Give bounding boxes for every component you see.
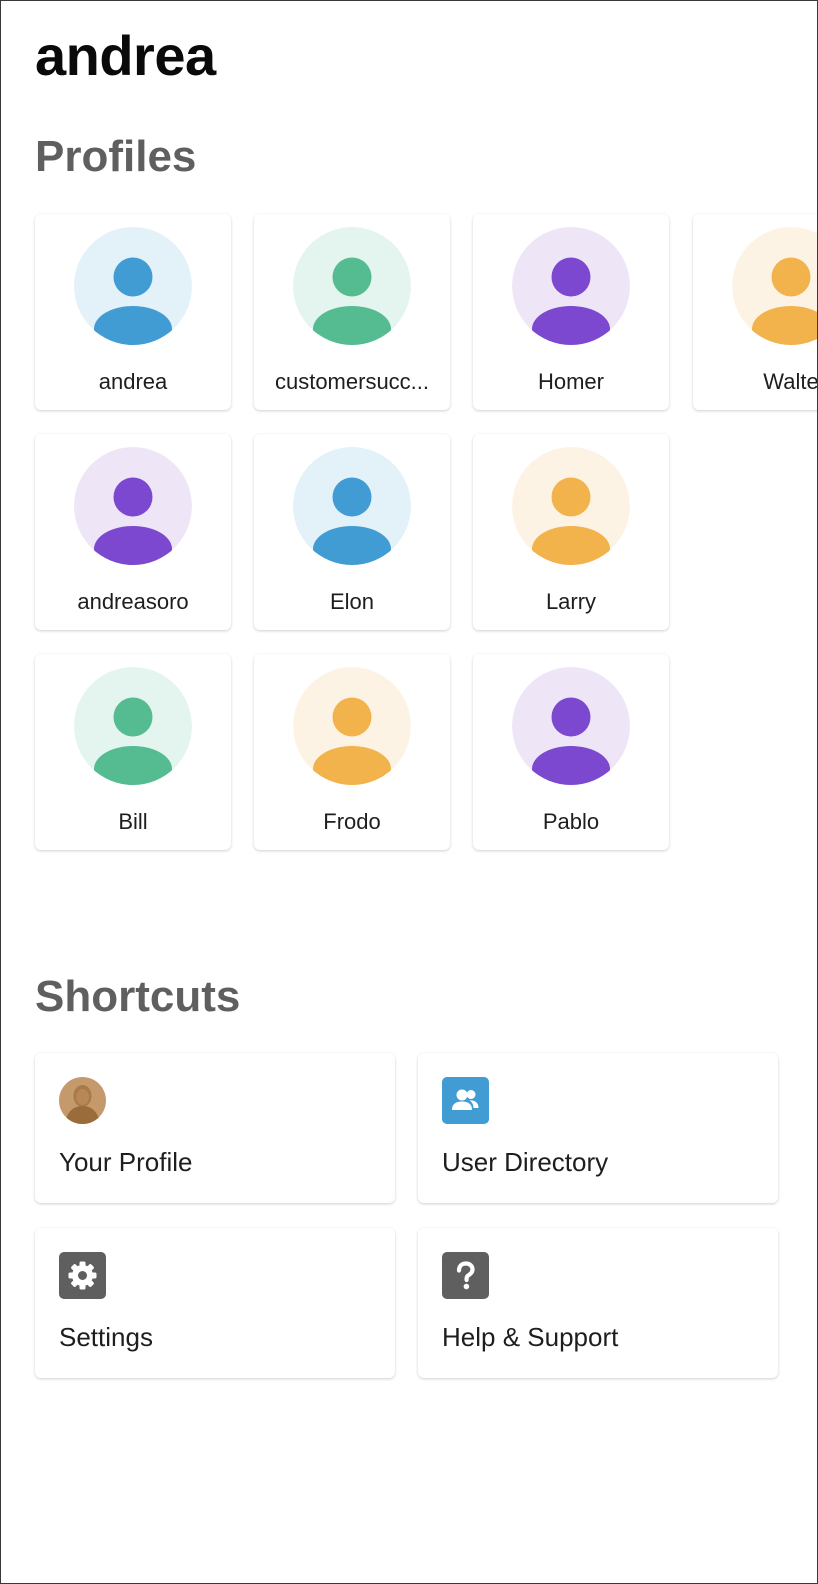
profile-card-bill[interactable]: Bill — [35, 654, 231, 850]
profile-avatar-icon — [293, 227, 411, 345]
help-support-shortcut[interactable]: Help & Support — [418, 1228, 778, 1378]
shortcut-label: Settings — [59, 1322, 153, 1352]
settings-shortcut[interactable]: Settings — [35, 1228, 395, 1378]
users-icon — [442, 1077, 489, 1124]
profile-name: Bill — [118, 809, 148, 834]
profile-card-larry[interactable]: Larry — [473, 434, 669, 630]
profile-name: Pablo — [542, 809, 600, 834]
profile-card-elon[interactable]: Elon — [254, 434, 450, 630]
your-profile-shortcut[interactable]: Your Profile — [35, 1053, 395, 1203]
question-icon — [442, 1252, 489, 1299]
profile-name: Homer — [537, 369, 604, 394]
profiles-section-title: Profiles — [35, 132, 197, 181]
shortcut-label: Your Profile — [59, 1147, 193, 1177]
profile-avatar-icon — [512, 227, 630, 345]
profile-avatar-icon — [512, 447, 630, 565]
profile-card-andreasoro[interactable]: andreasoro — [35, 434, 231, 630]
profile-card-homer[interactable]: Homer — [473, 214, 669, 410]
profile-avatar-icon — [74, 227, 192, 345]
user-photo-avatar — [59, 1077, 106, 1124]
profile-avatar-icon — [293, 667, 411, 785]
profile-name: andrea — [98, 369, 168, 394]
profile-avatar-icon — [74, 447, 192, 565]
profile-card-customersuccess[interactable]: customersucc... — [254, 214, 450, 410]
profile-name: andreasoro — [77, 589, 189, 614]
profile-card-walter[interactable]: Walte — [693, 214, 818, 410]
gear-icon — [59, 1252, 106, 1299]
profile-card-frodo[interactable]: Frodo — [254, 654, 450, 850]
profile-card-andrea[interactable]: andrea — [35, 214, 231, 410]
page-title: andrea — [35, 24, 216, 87]
profile-name: Walte — [763, 369, 818, 394]
profile-name: Elon — [329, 589, 375, 614]
profile-card-pablo[interactable]: Pablo — [473, 654, 669, 850]
user-directory-shortcut[interactable]: User Directory — [418, 1053, 778, 1203]
profile-name: Frodo — [323, 809, 381, 834]
profile-name: customersucc... — [274, 369, 430, 394]
profile-avatar-icon — [74, 667, 192, 785]
profile-avatar-icon — [293, 447, 411, 565]
profile-name: Larry — [545, 589, 597, 614]
shortcut-label: Help & Support — [442, 1322, 619, 1352]
app-window: andrea Profiles andrea customersucc... H… — [0, 0, 818, 1584]
shortcut-label: User Directory — [442, 1147, 609, 1177]
shortcuts-section-title: Shortcuts — [35, 972, 241, 1021]
profile-avatar-icon — [512, 667, 630, 785]
profile-avatar-icon — [732, 227, 817, 345]
